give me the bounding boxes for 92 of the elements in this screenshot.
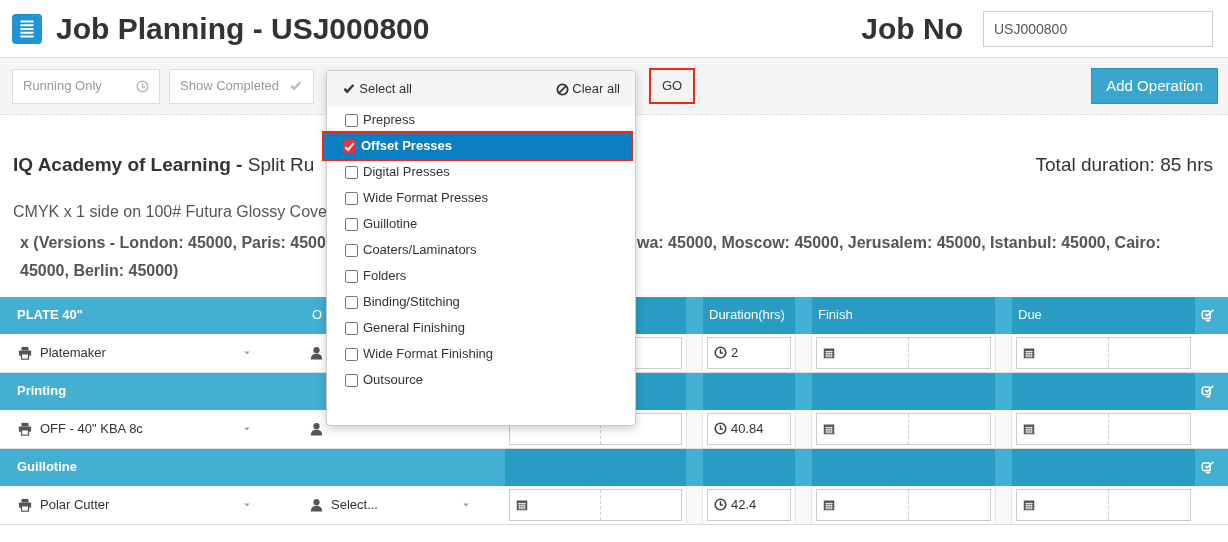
menu-icon (12, 13, 42, 44)
calendar-icon (516, 498, 528, 511)
dropdown-item[interactable]: Prepress (327, 107, 635, 133)
date-field[interactable] (1016, 412, 1191, 445)
checkbox[interactable] (345, 321, 358, 335)
operator-select[interactable]: Select... (331, 494, 461, 515)
caret-icon (461, 501, 471, 508)
dropdown-item[interactable]: Coaters/Laminators (327, 237, 635, 263)
column-header: Finish (818, 306, 853, 325)
page-title: Job Planning - USJ000800 (56, 10, 430, 47)
dropdown-item[interactable]: Digital Presses (327, 159, 635, 185)
machine-select[interactable]: Polar Cutter (40, 494, 242, 515)
header-cell (795, 448, 812, 486)
header-cell (686, 296, 703, 334)
total-duration: Total duration: 85 hrs (1035, 153, 1213, 177)
header-cell (995, 296, 1012, 334)
checkbox[interactable] (345, 243, 358, 257)
header-cell (686, 448, 703, 486)
checkbox[interactable] (343, 139, 356, 153)
user-icon (310, 345, 323, 360)
edit-icon (1201, 383, 1215, 399)
checkbox[interactable] (345, 347, 358, 361)
checkbox[interactable] (345, 113, 358, 127)
printer-icon (18, 421, 32, 436)
checkbox[interactable] (345, 191, 358, 205)
date-field[interactable] (816, 412, 991, 445)
clock-icon (714, 498, 727, 511)
dropdown-item[interactable]: Guillotine (327, 211, 635, 237)
date-field[interactable] (816, 488, 991, 521)
job-spec: CMYK x 1 side on 100# Futura Glossy Cove (13, 201, 327, 222)
calendar-icon (1023, 498, 1035, 511)
checkbox[interactable] (345, 373, 358, 387)
caret-icon (242, 349, 252, 356)
dropdown-item[interactable]: Wide Format Presses (327, 185, 635, 211)
machine-select[interactable]: Platemaker (40, 342, 242, 363)
job-title: IQ Academy of Learning - Split Ru (13, 153, 315, 177)
check-icon (342, 82, 356, 96)
date-field[interactable] (509, 488, 682, 521)
clock-icon (136, 79, 149, 93)
calendar-icon (1023, 346, 1035, 359)
user-icon (310, 497, 323, 512)
machine-select[interactable]: OFF - 40" KBA 8c (40, 418, 242, 439)
column-header: Due (1018, 306, 1042, 325)
printer-icon (18, 497, 32, 512)
clock-icon (714, 422, 727, 435)
caret-icon (242, 501, 252, 508)
group-title: Guillotine (16, 458, 77, 477)
calendar-icon (823, 498, 835, 511)
checkbox[interactable] (345, 217, 358, 231)
clear-all-link[interactable]: Clear all (556, 79, 620, 99)
group-title: PLATE 40" (16, 306, 83, 325)
header-cell (795, 296, 812, 334)
checkbox[interactable] (345, 269, 358, 283)
dropdown-item[interactable]: Offset Presses (324, 133, 631, 159)
duration-field[interactable]: 42.4 (707, 488, 791, 521)
job-no-label: Job No (861, 11, 963, 47)
header-cell (995, 448, 1012, 486)
clock-icon (714, 346, 727, 359)
date-field[interactable] (1016, 488, 1191, 521)
dropdown-item[interactable]: General Finishing (327, 315, 635, 341)
calendar-icon (823, 422, 835, 435)
edit-icon (1201, 459, 1215, 475)
header-cell (686, 372, 703, 410)
dropdown-item[interactable]: Wide Format Finishing (327, 341, 635, 367)
check-icon (289, 79, 303, 93)
date-field[interactable] (816, 336, 991, 369)
date-field[interactable] (1016, 336, 1191, 369)
versions-text: 45000, Berlin: 45000) (20, 260, 179, 281)
job-no-field[interactable]: USJ000800 (983, 10, 1213, 47)
checkbox[interactable] (345, 295, 358, 309)
calendar-icon (1023, 422, 1035, 435)
edit-icon (1201, 307, 1215, 323)
dropdown-item[interactable]: Folders (327, 263, 635, 289)
duration-field[interactable]: 2 (707, 336, 791, 369)
header-cell (795, 372, 812, 410)
dropdown-item[interactable]: Binding/Stitching (327, 289, 635, 315)
column-header: O (311, 306, 323, 325)
checkbox[interactable] (345, 165, 358, 179)
versions-text: x (Versions - London: 45000, Paris: 4500 (20, 233, 326, 251)
calendar-icon (823, 346, 835, 359)
duration-field[interactable]: 40.84 (707, 412, 791, 445)
go-button[interactable]: GO (649, 68, 695, 104)
user-icon (310, 421, 323, 436)
printer-icon (18, 345, 32, 360)
select-all-link[interactable]: Select all (342, 79, 412, 99)
block-icon (556, 82, 570, 96)
versions-text: wa: 45000, Moscow: 45000, Jerusalem: 45000, Istanbul: 45000, Cairo: (637, 232, 1161, 253)
group-title: Printing (16, 382, 67, 401)
caret-icon (242, 425, 252, 432)
column-header: Duration(hrs) (709, 306, 785, 325)
dropdown-item[interactable]: Outsource (327, 367, 635, 393)
header-cell (995, 372, 1012, 410)
